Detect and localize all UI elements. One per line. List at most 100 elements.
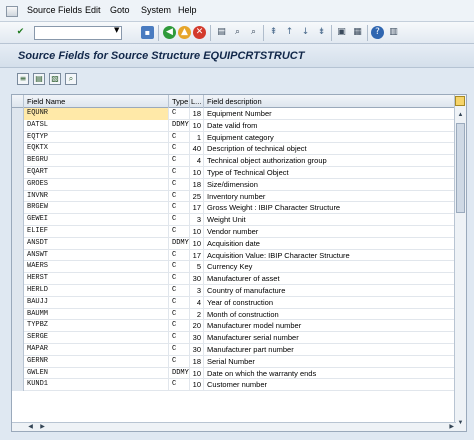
- table-row[interactable]: WAERS C 5 Currency Key: [12, 261, 456, 274]
- table-row[interactable]: ANSWT C 17 Acquisition Value: IBIP Characte…: [12, 249, 456, 262]
- row-selector[interactable]: [12, 355, 24, 368]
- table-row[interactable]: TYPBZ C 20 Manufacturer model number: [12, 320, 456, 333]
- row-selector[interactable]: [12, 284, 24, 297]
- field-name-cell[interactable]: GROES: [24, 178, 169, 191]
- select-all-column-header[interactable]: [12, 95, 24, 108]
- table-row[interactable]: GEWEI C 3 Weight Unit: [12, 214, 456, 226]
- table-row[interactable]: GWLEN DDMY 10 Date on which the warranty en…: [12, 367, 456, 380]
- field-name-cell[interactable]: KUND1: [24, 379, 169, 392]
- shortcut-icon[interactable]: ▦: [351, 26, 364, 39]
- find-next-icon[interactable]: ⌕: [247, 26, 260, 39]
- field-name-cell[interactable]: INVNR: [24, 190, 169, 203]
- column-header-field-name[interactable]: Field Name: [24, 95, 169, 108]
- field-name-cell[interactable]: BEGRU: [24, 155, 169, 167]
- deselect-all-icon[interactable]: ▧: [49, 73, 61, 85]
- row-selector[interactable]: [12, 178, 24, 191]
- sap-menu-icon[interactable]: [6, 6, 18, 17]
- details-icon[interactable]: ≡: [17, 73, 29, 85]
- table-row[interactable]: KUND1 C 10 Customer number: [12, 379, 456, 392]
- table-row[interactable]: ELIEF C 10 Vendor number: [12, 225, 456, 238]
- field-name-cell[interactable]: EQKTX: [24, 143, 169, 156]
- command-history-dropdown-icon[interactable]: ▼: [114, 26, 119, 34]
- scroll-up-icon[interactable]: ▲: [456, 111, 465, 120]
- row-selector[interactable]: [12, 202, 24, 215]
- row-selector[interactable]: [12, 332, 24, 344]
- field-name-cell[interactable]: GWLEN: [24, 367, 169, 380]
- command-field[interactable]: [34, 26, 122, 40]
- field-name-cell[interactable]: ELIEF: [24, 225, 169, 238]
- find-icon[interactable]: ⌕: [231, 26, 244, 39]
- next-page-icon[interactable]: ↓: [299, 26, 312, 39]
- menu-source-fields[interactable]: Source Fields: [27, 5, 82, 15]
- table-row[interactable]: BAUJJ C 4 Year of construction: [12, 296, 456, 309]
- check-icon[interactable]: ✔: [14, 26, 27, 39]
- field-name-cell[interactable]: ANSDT: [24, 237, 169, 250]
- scroll-left-icon[interactable]: ◀: [26, 423, 35, 431]
- row-selector[interactable]: [12, 320, 24, 333]
- table-row[interactable]: DATSL DDMY 10 Date valid from: [12, 119, 456, 132]
- table-row[interactable]: EQTYP C 1 Equipment category: [12, 131, 456, 144]
- field-name-cell[interactable]: EQTYP: [24, 131, 169, 144]
- detail-view-icon[interactable]: ⌕: [65, 73, 77, 85]
- table-row[interactable]: HERLD C 3 Country of manufacture: [12, 284, 456, 297]
- row-selector[interactable]: [12, 155, 24, 167]
- menu-help[interactable]: Help: [178, 5, 197, 15]
- table-row[interactable]: EQART C 10 Type of Technical Object: [12, 166, 456, 179]
- menu-goto[interactable]: Goto: [110, 5, 130, 15]
- row-selector[interactable]: [12, 296, 24, 309]
- column-header-type[interactable]: Type: [169, 95, 190, 108]
- row-selector[interactable]: [12, 367, 24, 380]
- row-selector[interactable]: [12, 143, 24, 156]
- field-name-cell[interactable]: HERLD: [24, 284, 169, 297]
- table-row[interactable]: GROES C 18 Size/dimension: [12, 178, 456, 191]
- scroll-end-icon[interactable]: ▶: [449, 423, 454, 431]
- save-icon[interactable]: ▪: [141, 26, 154, 39]
- row-selector[interactable]: [12, 131, 24, 144]
- scroll-right-icon[interactable]: ▶: [38, 423, 47, 431]
- horizontal-scrollbar[interactable]: ◀ ▶ ▶: [12, 422, 456, 431]
- row-selector[interactable]: [12, 308, 24, 321]
- table-row[interactable]: BAUMM C 2 Month of construction: [12, 308, 456, 321]
- table-row[interactable]: BRGEW C 17 Gross Weight : IBIP Character St…: [12, 202, 456, 215]
- scroll-down-icon[interactable]: ▼: [456, 419, 465, 428]
- row-selector[interactable]: [12, 225, 24, 238]
- print-icon[interactable]: ▤: [215, 26, 228, 39]
- row-selector[interactable]: [12, 261, 24, 274]
- menu-edit[interactable]: Edit: [85, 5, 101, 15]
- field-name-cell[interactable]: GERNR: [24, 355, 169, 368]
- field-name-cell[interactable]: BRGEW: [24, 202, 169, 215]
- first-page-icon[interactable]: ⇞: [267, 26, 280, 39]
- last-page-icon[interactable]: ⇟: [315, 26, 328, 39]
- row-selector[interactable]: [12, 249, 24, 262]
- field-name-cell[interactable]: SERGE: [24, 332, 169, 344]
- field-name-cell[interactable]: HERST: [24, 273, 169, 285]
- table-row[interactable]: MAPAR C 30 Manufacturer part number: [12, 343, 456, 356]
- table-row[interactable]: INVNR C 25 Inventory number: [12, 190, 456, 203]
- menu-system[interactable]: System: [141, 5, 171, 15]
- row-selector[interactable]: [12, 273, 24, 285]
- scrollbar-thumb[interactable]: [456, 123, 465, 213]
- row-selector[interactable]: [12, 119, 24, 132]
- field-name-cell[interactable]: MAPAR: [24, 343, 169, 356]
- back-icon[interactable]: ◀: [163, 26, 176, 39]
- cancel-icon[interactable]: ✕: [193, 26, 206, 39]
- field-name-cell[interactable]: WAERS: [24, 261, 169, 274]
- prev-page-icon[interactable]: ↑: [283, 26, 296, 39]
- field-name-cell[interactable]: DATSL: [24, 119, 169, 132]
- field-name-cell[interactable]: EQUNR: [24, 108, 169, 120]
- vertical-scrollbar[interactable]: ▲ ▼: [454, 95, 466, 431]
- row-selector[interactable]: [12, 343, 24, 356]
- table-row[interactable]: ANSDT DDMY 10 Acquisition date: [12, 237, 456, 250]
- row-selector[interactable]: [12, 190, 24, 203]
- select-all-icon[interactable]: ▤: [33, 73, 45, 85]
- field-name-cell[interactable]: BAUMM: [24, 308, 169, 321]
- layout-icon[interactable]: ▥: [387, 26, 400, 39]
- table-row[interactable]: EQKTX C 40 Description of technical object: [12, 143, 456, 156]
- column-header-length[interactable]: L...: [190, 95, 204, 108]
- row-selector[interactable]: [12, 214, 24, 226]
- column-settings-icon[interactable]: [455, 96, 465, 106]
- field-name-cell[interactable]: ANSWT: [24, 249, 169, 262]
- table-row[interactable]: EQUNR C 18 Equipment Number: [12, 108, 456, 120]
- exit-icon[interactable]: ▲: [178, 26, 191, 39]
- field-name-cell[interactable]: GEWEI: [24, 214, 169, 226]
